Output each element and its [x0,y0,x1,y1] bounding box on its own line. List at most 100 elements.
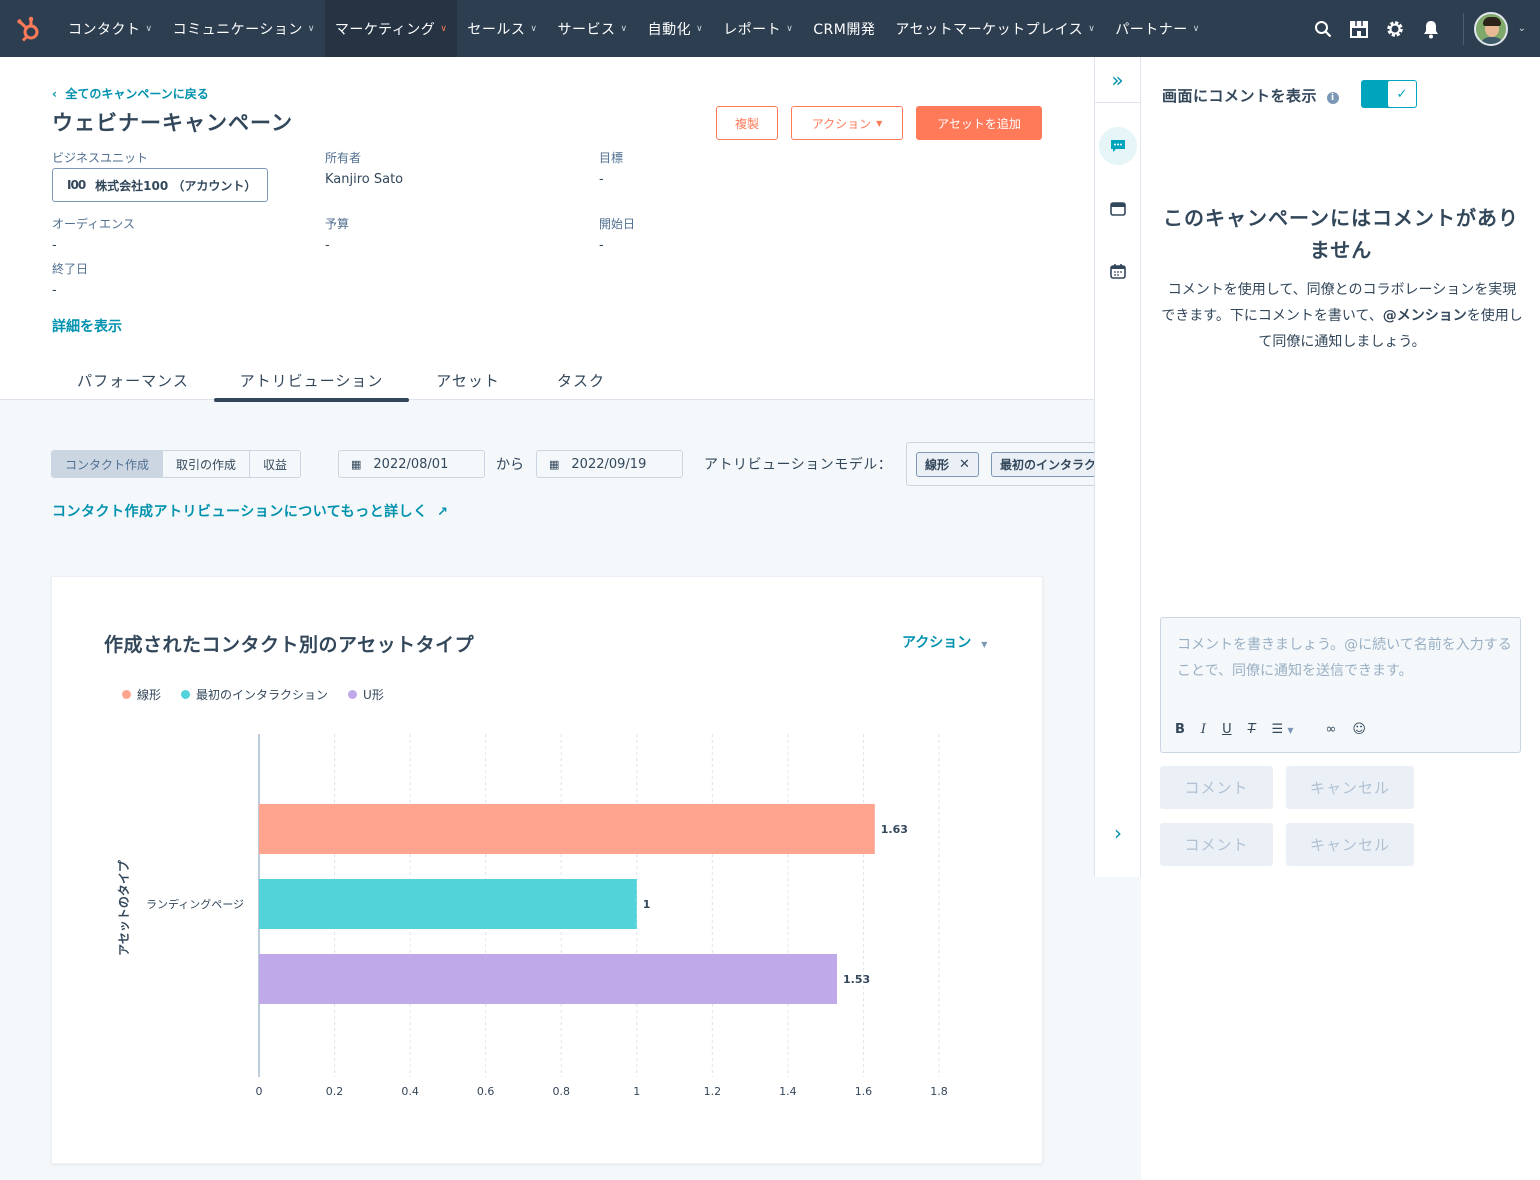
caret-down-icon: ▼ [876,118,883,128]
mention-text: @メンション [1382,308,1467,324]
x-tick-label: 0.4 [401,1085,419,1098]
duplicate-button-label: 複製 [734,116,759,131]
x-tick-label: 1.2 [704,1085,722,1098]
actions-button[interactable]: アクション ▼ [791,106,903,140]
add-asset-button[interactable]: アセットを追加 [916,106,1042,140]
close-icon[interactable]: ✕ [959,457,970,472]
owner-label: 所有者 [325,151,362,165]
attribution-type-toggle: コンタクト作成 取引の作成 収益 [51,450,302,478]
campaign-header: ‹ 全てのキャンペーンに戻る ウェビナーキャンペーン 複製 アクション ▼ アセ… [0,57,1094,402]
date-to-value: 2022/09/19 [571,456,647,472]
chart-card: 作成されたコンタクト別のアセットタイプ アクション ▼ 線形 最初のインタラクショ… [51,576,1043,1164]
chevron-down-icon: ∨ [696,23,704,34]
date-to-picker[interactable]: ▦ 2022/09/19 [536,450,683,478]
comments-panel: 画面にコメントを表示 i ✓ このキャンペーンにはコメントがありません コメント… [1141,57,1540,1180]
attribution-model-select[interactable]: 線形 ✕ 最初のインタラクション [906,442,1094,486]
learn-more-label: コンタクト作成アトリビューションについてもっと詳しく [52,504,428,520]
comment-button[interactable]: コメント [1160,766,1273,809]
collapse-panel-icon[interactable]: » [1095,57,1140,103]
bell-icon[interactable] [1413,0,1449,57]
nav-item-4[interactable]: サービス ∨ [548,0,638,57]
nav-item-2[interactable]: マーケティング ∨ [324,0,458,57]
start-date-value: - [599,238,604,253]
goal-value: - [599,172,604,187]
model-chip-linear[interactable]: 線形 ✕ [916,452,979,477]
nav-item-6[interactable]: レポート ∨ [713,0,803,57]
calendar-tab[interactable] [1095,263,1141,279]
campaign-tabs: パフォーマンス アトリビューション アセット タスク [52,359,635,402]
list-icon[interactable]: ☰ ▼ [1272,722,1310,737]
underline-icon[interactable]: U [1222,722,1232,737]
nav-item-label: レポート [723,21,782,38]
nav-item-8[interactable]: アセットマーケットプレイス ∨ [885,0,1105,57]
chevron-left-icon: ‹ [52,87,57,101]
emoji-icon[interactable]: ☺ [1352,722,1366,737]
comments-tab[interactable] [1095,127,1141,165]
bar-value-label: 1.63 [881,823,908,836]
cancel-button[interactable]: キャンセル [1286,766,1414,809]
comment-editor[interactable]: コメントを書きましょう。@に続いて名前を入力することで、同僚に通知を送信できます… [1160,617,1521,753]
attribution-model-label: アトリビューションモデル： [704,457,893,473]
tab-label: パフォーマンス [77,371,189,390]
chevron-right-icon[interactable]: › [1095,821,1141,845]
bar-0 [259,804,875,854]
segment-contact-create[interactable]: コンタクト作成 [52,451,164,477]
hubspot-logo-icon[interactable] [0,0,58,57]
bold-icon[interactable]: B [1175,722,1185,737]
model-chip-first-interaction[interactable]: 最初のインタラクション [991,452,1094,477]
sidebar-strip: » › [1094,57,1141,877]
search-icon[interactable] [1305,0,1341,57]
nav-item-7[interactable]: CRM開発 [803,0,885,57]
nav-item-0[interactable]: コンタクト ∨ [58,0,163,57]
goal-label: 目標 [599,151,624,165]
link-icon[interactable]: ∞ [1325,722,1336,737]
check-icon: ✓ [1388,81,1416,107]
chevron-down-icon: ∨ [307,23,315,34]
nav-item-5[interactable]: 自動化 ∨ [638,0,714,57]
chevron-down-icon: ∨ [786,23,794,34]
actions-button-label: アクション [811,116,872,131]
tab-attribution[interactable]: アトリビューション [214,359,409,402]
learn-more-link[interactable]: コンタクト作成アトリビューションについてもっと詳しく ↗ [52,501,448,521]
segment-revenue[interactable]: 収益 [250,451,300,477]
chevron-down-icon: ∨ [440,23,448,34]
preview-tab[interactable] [1095,202,1141,216]
italic-icon[interactable]: I [1201,722,1206,737]
back-to-campaigns-link[interactable]: ‹ 全てのキャンペーンに戻る [52,85,209,102]
clear-format-icon[interactable]: T [1248,722,1256,737]
x-tick-label: 1 [633,1085,640,1098]
x-tick-label: 0 [256,1085,263,1098]
nav-item-1[interactable]: コミュニケーション ∨ [163,0,325,57]
business-unit-value[interactable]: I00 株式会社100 （アカウント） [52,168,268,202]
date-from-value: 2022/08/01 [373,456,449,472]
tab-label: アトリビューション [239,371,384,390]
audience-value: - [52,238,57,253]
cancel-button-secondary[interactable]: キャンセル [1286,823,1414,866]
page-title: ウェビナーキャンペーン [52,111,293,135]
comment-button-secondary[interactable]: コメント [1160,823,1273,866]
nav-item-3[interactable]: セールス ∨ [457,0,547,57]
show-details-link[interactable]: 詳細を表示 [52,316,122,336]
toggle-label-text: 画面にコメントを表示 [1162,87,1318,105]
tab-tasks[interactable]: タスク [527,359,635,401]
business-unit-text: 株式会社100 （アカウント） [95,178,257,193]
date-from-picker[interactable]: ▦ 2022/08/01 [338,450,485,478]
nav-divider [1462,12,1464,45]
nav-item-label: コミュニケーション [172,21,303,38]
marketplace-icon[interactable] [1341,0,1377,57]
segment-deal-create[interactable]: 取引の作成 [163,451,251,477]
tab-performance[interactable]: パフォーマンス [52,359,214,401]
chevron-down-icon: ∨ [530,23,538,34]
tab-assets[interactable]: アセット [409,359,527,401]
nav-item-label: セールス [467,21,526,38]
user-avatar[interactable] [1473,11,1508,46]
chevron-down-icon[interactable]: ⌄ [1518,23,1526,34]
nav-item-9[interactable]: パートナー ∨ [1105,0,1210,57]
x-tick-label: 1.8 [930,1085,948,1098]
info-icon[interactable]: i [1326,92,1339,104]
duplicate-button[interactable]: 複製 [716,106,778,140]
show-comments-toggle[interactable]: ✓ [1361,80,1417,108]
editor-toolbar: B I U T ☰ ▼ ∞ ☺ [1175,722,1382,737]
gear-icon[interactable] [1377,0,1413,57]
chevron-down-icon: ∨ [145,23,153,34]
